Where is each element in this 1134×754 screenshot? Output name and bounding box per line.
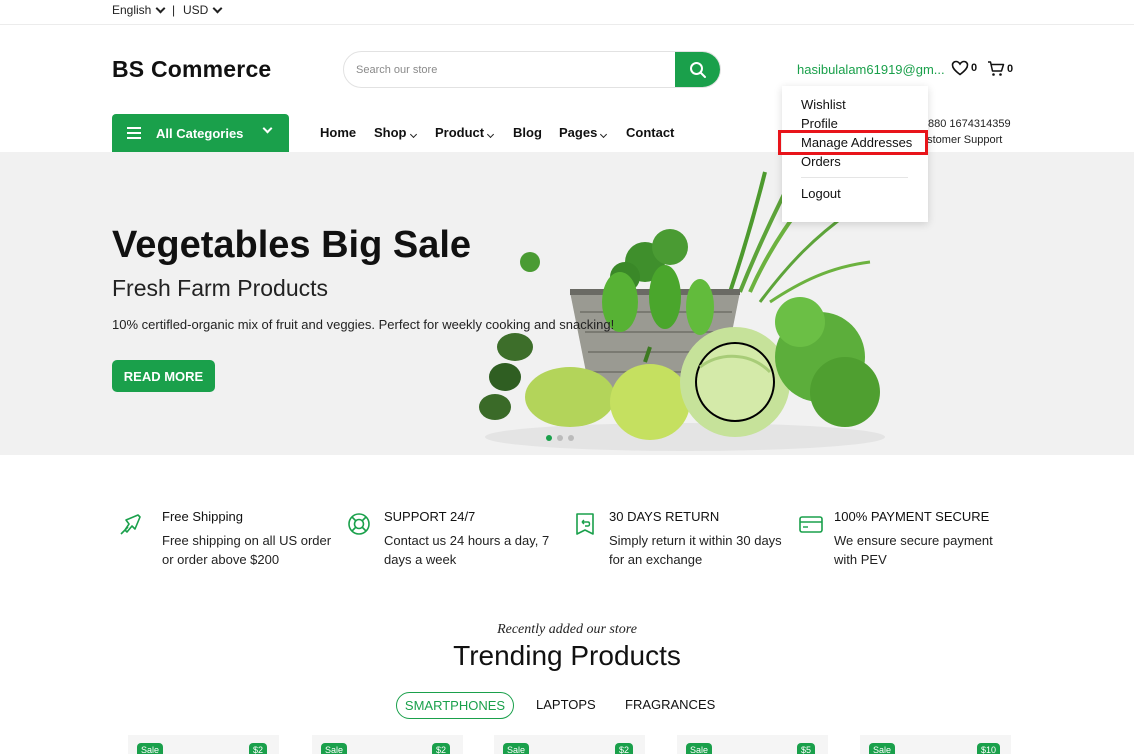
search-input[interactable] — [344, 52, 675, 87]
wishlist-count: 0 — [971, 62, 978, 74]
section-kicker: Recently added our store — [497, 622, 637, 637]
tab-smartphones[interactable]: SMARTPHONES — [396, 692, 514, 719]
dropdown-profile[interactable]: Profile — [801, 116, 838, 131]
price-badge: $2 — [249, 743, 268, 754]
dropdown-divider — [801, 177, 908, 178]
chevron-down-icon — [487, 130, 495, 139]
site-logo[interactable]: BS Commerce — [112, 56, 271, 83]
chevron-down-icon — [212, 3, 223, 13]
dropdown-wishlist[interactable]: Wishlist — [801, 97, 846, 112]
support-label: ustomer Support — [921, 134, 1003, 146]
feature-title: 30 DAYS RETURN — [609, 509, 720, 524]
heart-icon — [951, 60, 969, 76]
price-badge: $2 — [615, 743, 634, 754]
separator: | — [172, 3, 176, 17]
credit-card-icon — [799, 516, 823, 533]
slider-dot[interactable] — [546, 435, 552, 441]
nav-product[interactable]: Product — [435, 125, 495, 140]
support-phone: 880 1674314359 — [928, 118, 1011, 130]
menu-icon — [127, 127, 141, 139]
sale-badge: Sale — [137, 743, 164, 754]
price-badge: $2 — [432, 743, 451, 754]
feature-desc: Contact us 24 hours a day, 7 days a week — [384, 533, 550, 567]
product-card[interactable]: Sale $2 — [128, 735, 279, 754]
nav-shop[interactable]: Shop — [374, 125, 417, 140]
account-link[interactable]: hasibulalam61919@gm... — [797, 62, 945, 77]
language-selector[interactable]: English — [112, 3, 166, 17]
search-button[interactable] — [675, 52, 720, 87]
search-icon — [689, 61, 706, 78]
hero-description: 10% certifled-organic mix of fruit and v… — [112, 317, 615, 332]
all-categories-label: All Categories — [156, 125, 244, 141]
dropdown-orders[interactable]: Orders — [801, 154, 841, 169]
return-icon — [576, 513, 594, 535]
feature-title: SUPPORT 24/7 — [384, 509, 476, 524]
feature-title: Free Shipping — [162, 509, 243, 524]
price-badge: $5 — [797, 743, 816, 754]
cart-count: 0 — [1007, 62, 1014, 75]
slider-dot[interactable] — [557, 435, 563, 441]
nav-pages[interactable]: Pages — [559, 125, 608, 140]
section-title: Trending Products — [453, 640, 681, 671]
search-bar — [343, 51, 721, 88]
product-card[interactable]: Sale $5 — [677, 735, 828, 754]
dropdown-logout[interactable]: Logout — [801, 186, 841, 201]
cart-icon — [988, 61, 1005, 76]
slider-dots — [546, 435, 574, 441]
cart-link[interactable]: 0 — [987, 60, 1013, 77]
read-more-button[interactable]: READ MORE — [112, 360, 215, 392]
hero-banner: Vegetables Big Sale Fresh Farm Products … — [0, 152, 1134, 455]
product-card[interactable]: Sale $2 — [312, 735, 463, 754]
tab-fragrances[interactable]: FRAGRANCES — [625, 697, 715, 712]
nav-home[interactable]: Home — [320, 125, 356, 140]
wishlist-link[interactable]: 0 — [951, 60, 977, 76]
product-card[interactable]: Sale $10 — [860, 735, 1011, 754]
nav-blog[interactable]: Blog — [513, 125, 542, 140]
sale-badge: Sale — [869, 743, 896, 754]
top-bar: English | USD — [0, 0, 1134, 25]
feature-desc: Simply return it within 30 days for an e… — [609, 533, 782, 567]
slider-dot[interactable] — [568, 435, 574, 441]
all-categories-button[interactable]: All Categories — [112, 114, 289, 152]
feature-desc: We ensure secure payment with PEV — [834, 533, 993, 567]
chevron-down-icon — [600, 130, 608, 139]
feature-desc: Free shipping on all US order or order a… — [162, 533, 332, 567]
chevron-down-icon — [409, 130, 417, 139]
price-badge: $10 — [977, 743, 1001, 754]
currency-selector[interactable]: USD — [183, 3, 223, 17]
chevron-down-icon — [155, 3, 166, 13]
sale-badge: Sale — [503, 743, 530, 754]
nav-contact[interactable]: Contact — [626, 125, 674, 140]
hero-title: Vegetables Big Sale — [112, 224, 472, 266]
tab-laptops[interactable]: LAPTOPS — [536, 697, 596, 712]
hero-subtitle: Fresh Farm Products — [112, 275, 328, 301]
sale-badge: Sale — [321, 743, 348, 754]
plane-icon — [120, 514, 141, 535]
currency-label: USD — [183, 3, 209, 17]
lifebuoy-icon — [348, 513, 370, 535]
chevron-down-icon — [262, 123, 273, 134]
language-label: English — [112, 3, 152, 17]
highlight-box — [778, 130, 928, 155]
feature-title: 100% PAYMENT SECURE — [834, 509, 990, 524]
product-card[interactable]: Sale $2 — [494, 735, 645, 754]
sale-badge: Sale — [686, 743, 713, 754]
